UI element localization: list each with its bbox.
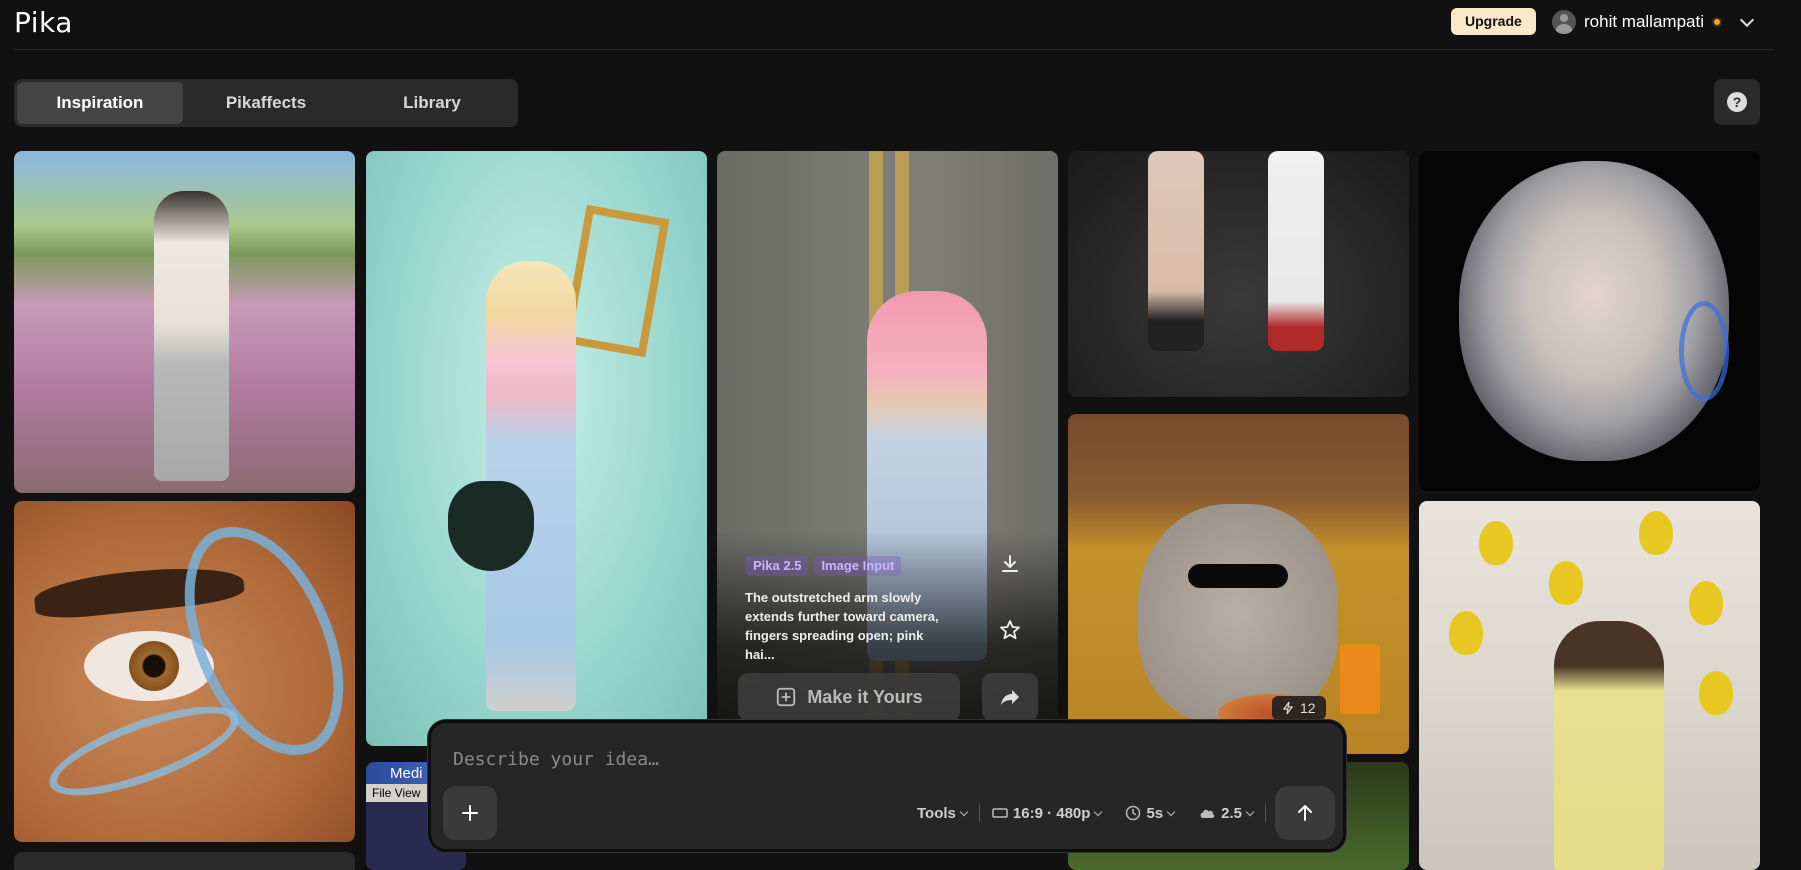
tab-inspiration[interactable]: Inspiration [17,82,183,124]
tab-bar: Inspiration Pikaffects Library [14,79,518,127]
chevron-down-icon [1245,807,1255,816]
cloud-icon [1200,809,1215,818]
send-button[interactable] [1275,786,1335,840]
sunglasses [1188,564,1288,588]
upgrade-button[interactable]: Upgrade [1451,8,1536,35]
gallery-card-tulips[interactable] [1419,501,1760,870]
gallery-card-eye-chrome[interactable] [14,501,355,842]
username: rohit mallampati [1584,12,1704,31]
duration-dropdown[interactable]: 5s [1113,805,1186,822]
leg [1268,151,1324,351]
juice-glass [1340,644,1380,714]
model-dropdown[interactable]: 2.5 [1186,805,1265,822]
aspect-ratio-icon [992,808,1008,818]
arrow-up-icon [1298,805,1312,821]
header: Pika Upgrade rohit mallampati [14,0,1774,50]
figure [1554,621,1664,870]
tulip [1689,581,1723,625]
featured-tags: Pika 2.5 Image Input [746,556,902,576]
tab-library[interactable]: Library [349,82,515,124]
prompt-panel: Tools 16:9 · 480p 5s [428,720,1346,852]
tulip [1449,611,1483,655]
credit-badge: 12 [1272,696,1326,720]
remix-icon [777,687,796,707]
window-title: Medi [390,765,423,782]
status-dot [1712,17,1722,27]
prompt-input[interactable] [453,745,1153,773]
picture-frame [562,204,670,358]
tulip [1479,521,1513,565]
gallery-card-fashion-floating[interactable] [366,151,707,746]
gallery-card-chrome-head[interactable] [1419,151,1760,491]
divider [1264,804,1266,822]
user-menu[interactable]: rohit mallampati [1552,8,1755,36]
chevron-down-icon [1094,807,1103,816]
tulip [1639,511,1673,555]
lightning-icon [1282,701,1294,715]
help-button[interactable]: ? [1714,79,1760,125]
prompt-options: Tools 16:9 · 480p 5s 2.5 [905,801,1266,825]
chevron-down-icon [1166,807,1176,816]
chevron-down-icon[interactable] [1739,12,1755,28]
leg [1148,151,1204,351]
tulip [1699,671,1733,715]
chevron-down-icon [959,807,969,816]
tulip [1549,561,1583,605]
star-icon[interactable] [998,618,1022,642]
share-icon [1001,690,1019,705]
featured-description: The outstretched arm slowly extends furt… [745,590,939,662]
help-icon: ? [1727,92,1747,112]
make-it-yours-label: Make it Yours [807,686,923,707]
app: Pika Upgrade rohit mallampati Inspiratio… [0,0,1801,870]
credit-count: 12 [1300,700,1316,716]
gallery-card-legs-flowers[interactable] [1068,151,1409,397]
figure [154,191,229,481]
aspect-label: 16:9 · 480p [1012,804,1091,822]
window-menu: File View [372,786,421,800]
gallery-card-partial[interactable] [14,852,355,870]
tools-dropdown[interactable]: Tools [905,805,979,822]
headphone [1679,301,1729,401]
gallery-card-photographer[interactable] [14,151,355,493]
aspect-dropdown[interactable]: 16:9 · 480p [980,805,1114,822]
download-icon[interactable] [998,552,1022,576]
tab-pikaffects[interactable]: Pikaffects [183,82,349,124]
tag-model: Pika 2.5 [746,556,809,576]
tools-label: Tools [917,804,956,822]
make-it-yours-button[interactable]: Make it Yours [738,673,960,721]
duration-label: 5s [1146,804,1164,822]
model-label: 2.5 [1221,804,1242,822]
iris [129,641,179,691]
clock-icon [1126,805,1141,821]
bunny [1138,504,1338,724]
add-button[interactable] [443,786,497,840]
chrome-shape [39,688,249,814]
gallery-card-bunny[interactable] [1068,414,1409,754]
user-avatar-icon [1552,10,1576,34]
pika-logo[interactable]: Pika [14,6,73,39]
tag-input: Image Input [814,556,902,576]
plus-icon [462,805,478,821]
share-button[interactable] [982,673,1038,721]
feather-bag [448,481,534,571]
